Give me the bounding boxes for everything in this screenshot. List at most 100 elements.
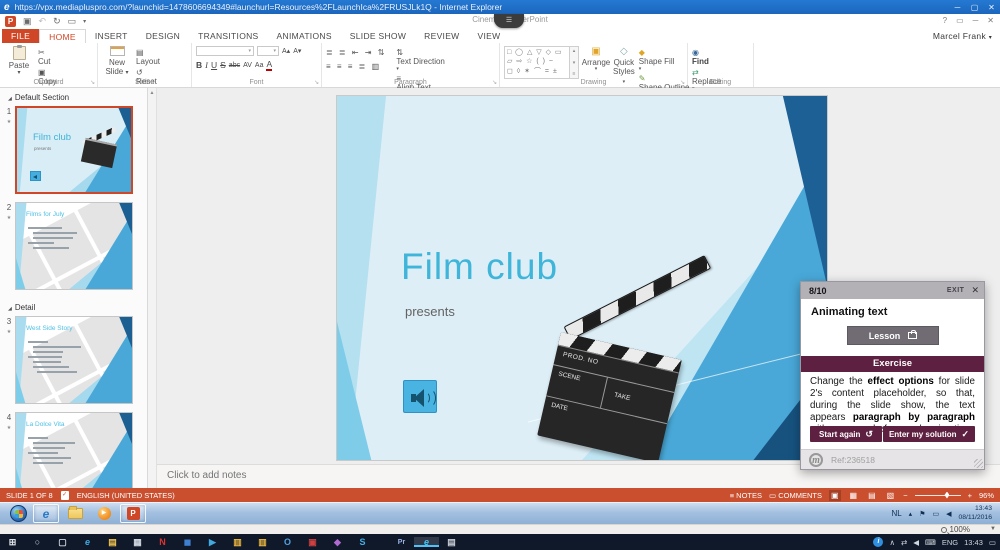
exit-button[interactable]: EXIT xyxy=(947,287,965,294)
training-panel-header[interactable]: 8/10 EXIT ✕ xyxy=(801,282,984,299)
redo-button[interactable]: ↻ xyxy=(53,16,61,27)
ie-minimize-button[interactable]: ─ xyxy=(949,3,966,12)
host-app-blue-icon[interactable]: ◼ xyxy=(175,537,200,548)
start-again-button[interactable]: Start again ↺ xyxy=(810,426,882,442)
slide-thumbnail-2[interactable]: 2★ Films for July xyxy=(3,202,143,290)
host-outlook-icon[interactable]: O xyxy=(275,537,300,547)
character-spacing-button[interactable]: AV xyxy=(243,62,252,69)
strikethrough-button[interactable]: abc xyxy=(229,62,240,69)
clapperboard-image[interactable]: PROD. NO SCENE TAKE DATE xyxy=(561,292,721,457)
vm-tray-expand-icon[interactable]: ▴ xyxy=(909,510,913,518)
ribbon-options-button[interactable]: ▭ xyxy=(956,16,964,25)
undo-button[interactable]: ↶ xyxy=(39,16,47,27)
host-folder-a-icon[interactable]: ▥ xyxy=(225,537,250,548)
mediaplus-menu-tab[interactable]: ☰ xyxy=(494,14,524,28)
new-slide-button[interactable]: New Slide ▾ xyxy=(102,46,132,77)
zoom-slider[interactable] xyxy=(915,495,961,496)
host-search-button[interactable]: ○ xyxy=(25,537,50,547)
host-skype-icon[interactable]: S xyxy=(350,537,375,547)
host-action-center-icon[interactable]: ▭ xyxy=(989,538,996,547)
host-keyboard-icon[interactable]: ⌨ xyxy=(925,538,936,547)
host-premiere-icon[interactable]: Pr xyxy=(389,539,414,546)
tab-slideshow[interactable]: SLIDE SHOW xyxy=(341,29,415,43)
host-clock[interactable]: 13:43 xyxy=(964,538,983,547)
change-case-button[interactable]: Aa xyxy=(255,62,264,69)
shapes-gallery[interactable]: □ ◯ △ ▽ ◇ ▭ ▱ ⇨ ☆ ( ) ~ ◻ ◊ ✶ ⌒ = ± xyxy=(504,46,570,79)
host-edge-icon[interactable]: e xyxy=(75,537,100,547)
ie-zoom-dropdown-icon[interactable]: ▼ xyxy=(990,526,996,532)
vm-taskbar-explorer[interactable] xyxy=(62,504,88,523)
zoom-slider-thumb[interactable] xyxy=(944,492,949,499)
host-start-button[interactable]: ⊞ xyxy=(0,537,25,548)
slide-thumbnail-1[interactable]: 1★ Film club presents xyxy=(3,106,143,194)
thumbnail-scrollbar[interactable]: ▲ xyxy=(148,88,157,488)
vm-network-icon[interactable]: ▭ xyxy=(932,510,939,518)
vm-clock[interactable]: 13:43 08/11/2016 xyxy=(958,505,992,521)
enter-solution-button[interactable]: Enter my solution ✓ xyxy=(883,426,975,442)
reading-view-button[interactable]: ▤ xyxy=(866,490,878,501)
tab-animations[interactable]: ANIMATIONS xyxy=(268,29,341,43)
vm-volume-icon[interactable]: ◀ xyxy=(946,510,951,518)
layout-button[interactable]: ▤ Layout xyxy=(136,48,163,66)
vm-taskbar-mediaplayer[interactable]: ▶ xyxy=(91,504,117,523)
font-color-button[interactable]: A xyxy=(266,60,272,71)
bold-button[interactable]: B xyxy=(196,60,202,70)
clipboard-dialog-launcher[interactable]: ↘ xyxy=(90,79,95,86)
normal-view-button[interactable]: ▣ xyxy=(829,490,841,501)
host-app-gray-icon[interactable]: ▤ xyxy=(439,537,464,548)
slide-sorter-view-button[interactable]: ▦ xyxy=(848,490,860,501)
host-task-view-button[interactable]: ▢ xyxy=(50,537,75,548)
host-network-icon[interactable]: ⇄ xyxy=(901,538,907,547)
text-direction-button[interactable]: ⇅ Text Direction ▾ xyxy=(396,48,467,72)
tab-file[interactable]: FILE xyxy=(2,29,39,43)
comments-toggle[interactable]: ▭ COMMENTS xyxy=(769,491,822,500)
host-language-indicator[interactable]: ENG xyxy=(942,538,958,547)
vm-flag-icon[interactable]: ⚑ xyxy=(919,510,925,518)
tab-design[interactable]: DESIGN xyxy=(137,29,189,43)
host-folder-b-icon[interactable]: ▥ xyxy=(250,537,275,548)
quick-styles-button[interactable]: ◇ Quick Styles ▾ xyxy=(613,46,635,77)
user-menu[interactable]: Marcel Frank ▾ xyxy=(933,29,992,43)
host-media-player-icon[interactable]: ▶ xyxy=(200,537,225,548)
alignment-buttons[interactable]: ≡ ≡ ≡ ≣ ▥ xyxy=(326,62,386,71)
vm-language-indicator[interactable]: NL xyxy=(891,509,901,518)
language-indicator[interactable]: ENGLISH (UNITED STATES) xyxy=(77,491,175,500)
slide-title-textbox[interactable]: Film club xyxy=(401,246,558,288)
spellcheck-icon[interactable]: ✓ xyxy=(61,491,69,500)
host-tray-expand-icon[interactable]: ∧ xyxy=(889,538,895,547)
shape-fill-button[interactable]: ◆ Shape Fill ▾ xyxy=(639,48,690,72)
slide-thumbnail-4[interactable]: 4★ La Dolce Vita xyxy=(3,412,143,488)
shapes-gallery-scroll[interactable]: ▴ ▾ ≡ xyxy=(570,46,579,79)
host-app-red-icon[interactable]: ▣ xyxy=(300,537,325,548)
ie-close-button[interactable]: ✕ xyxy=(983,3,1000,12)
panel-close-icon[interactable]: ✕ xyxy=(971,285,979,296)
cut-button[interactable]: ✂ Cut xyxy=(38,48,91,66)
app-minimize-button[interactable]: ─ xyxy=(973,16,979,25)
shadow-button[interactable]: S xyxy=(220,60,226,70)
host-info-icon[interactable]: i xyxy=(873,537,883,547)
tab-home[interactable]: HOME xyxy=(39,29,86,43)
font-name-combobox[interactable]: ▾ xyxy=(196,46,254,56)
font-dialog-launcher[interactable]: ↘ xyxy=(314,79,319,86)
help-button[interactable]: ? xyxy=(943,16,947,25)
host-file-explorer-icon[interactable]: ▤ xyxy=(100,537,125,548)
zoom-percentage[interactable]: 96% xyxy=(979,491,994,500)
drawing-dialog-launcher[interactable]: ↘ xyxy=(680,79,685,86)
underline-button[interactable]: U xyxy=(211,60,217,70)
font-size-combobox[interactable]: ▾ xyxy=(257,46,279,56)
vm-taskbar-powerpoint[interactable]: P xyxy=(120,504,146,523)
resize-grip[interactable] xyxy=(974,459,983,468)
qat-customize-dropdown[interactable]: ▾ xyxy=(83,18,86,25)
ie-zoom-control[interactable]: 100% xyxy=(941,525,970,534)
host-netflix-icon[interactable]: N xyxy=(150,537,175,547)
zoom-out-button[interactable]: − xyxy=(903,491,907,500)
zoom-in-button[interactable]: + xyxy=(968,491,972,500)
tab-view[interactable]: VIEW xyxy=(469,29,510,43)
tab-insert[interactable]: INSERT xyxy=(86,29,137,43)
find-button[interactable]: ◉ Find xyxy=(692,48,721,66)
slide-thumbnail-3[interactable]: 3★ West Side Story xyxy=(3,316,143,404)
host-edge-active-icon[interactable]: e xyxy=(414,537,439,547)
section-detail[interactable]: ◢Detail xyxy=(0,298,147,314)
paragraph-dialog-launcher[interactable]: ↘ xyxy=(492,79,497,86)
paste-button[interactable]: Paste ▾ xyxy=(4,46,34,77)
